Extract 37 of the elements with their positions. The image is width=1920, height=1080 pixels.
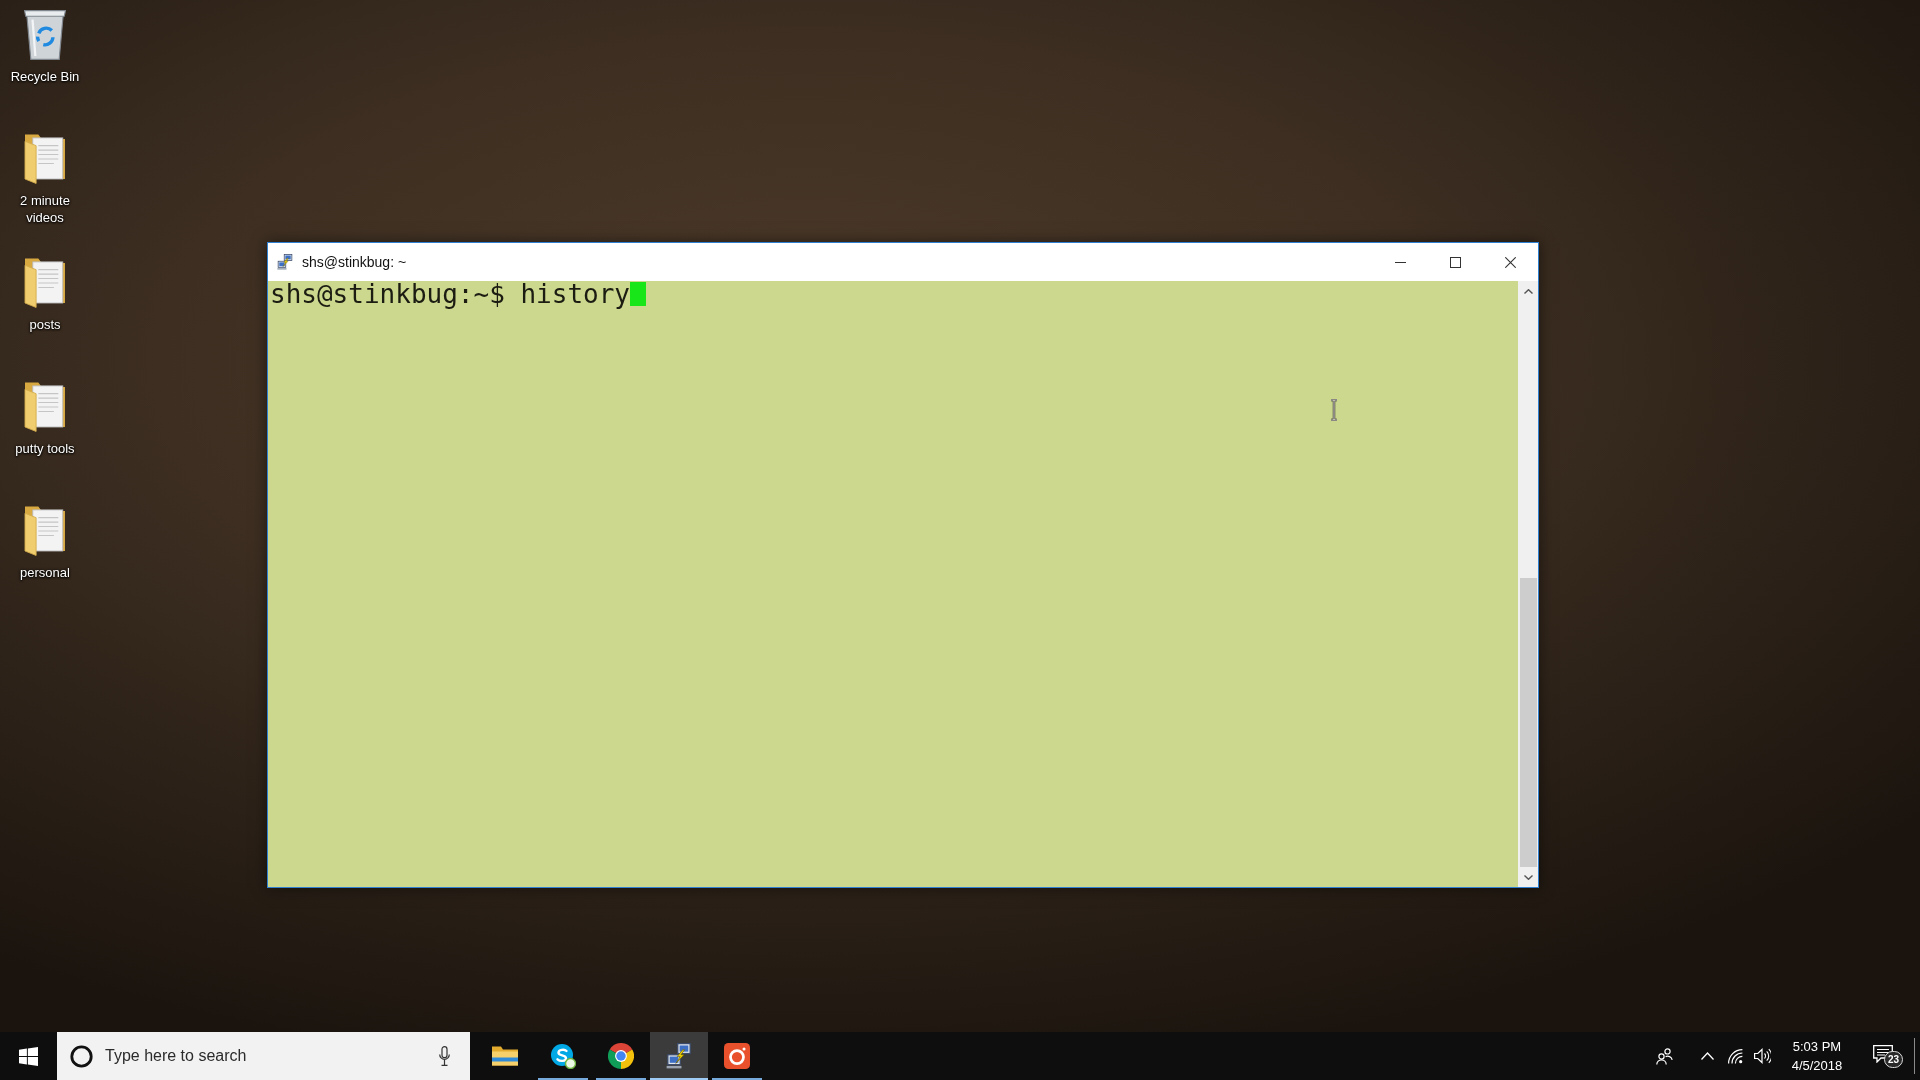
windows-logo-icon — [19, 1046, 38, 1066]
wifi-icon — [1727, 1048, 1743, 1064]
notification-count: 23 — [1884, 1051, 1903, 1068]
folder-icon[interactable] — [24, 506, 66, 556]
networked-computers-icon — [666, 1043, 692, 1069]
clock-time[interactable]: 5:03 PM — [1792, 1037, 1842, 1056]
scrollbar-thumb[interactable] — [1519, 578, 1537, 867]
search-box[interactable]: Type here to search — [57, 1032, 470, 1080]
speaker-icon — [1753, 1048, 1771, 1064]
folder-icon[interactable] — [24, 134, 66, 184]
recycle-bin-icon[interactable] — [24, 10, 66, 60]
people-icon — [1655, 1047, 1673, 1065]
s-swirl-icon — [550, 1043, 576, 1069]
desktop-icon-label[interactable]: posts — [29, 316, 61, 333]
i-beam-cursor-icon — [1330, 399, 1338, 421]
close-icon — [1505, 256, 1516, 268]
chevron-down-icon — [1523, 874, 1533, 880]
terminal-area[interactable]: shs@stinkbug:~$ history — [268, 281, 1518, 887]
ring-icon[interactable] — [70, 1044, 93, 1068]
desktop-icon-label[interactable]: 2 minute videos — [3, 192, 87, 226]
desktop-icon-label[interactable]: personal — [20, 564, 70, 581]
folder-icon[interactable] — [24, 258, 66, 308]
microphone-icon[interactable] — [439, 1046, 450, 1066]
desktop-icon-label[interactable]: putty tools — [15, 440, 75, 457]
chevron-up-icon — [1700, 1052, 1714, 1060]
maximize-icon — [1450, 256, 1461, 268]
folder-icon[interactable] — [24, 382, 66, 432]
networked-computers-icon — [277, 254, 293, 270]
chevron-up-icon — [1523, 288, 1533, 294]
clock-date[interactable]: 4/5/2018 — [1791, 1056, 1843, 1075]
camera-icon — [724, 1043, 750, 1069]
window-title: shs@stinkbug: ~ — [302, 254, 407, 270]
search-field[interactable]: Type here to search — [105, 1047, 431, 1065]
desktop-icon-label[interactable]: Recycle Bin — [10, 68, 80, 85]
taskbar-app-button[interactable] — [650, 1032, 708, 1080]
minimize-icon — [1395, 261, 1406, 263]
segmented-circle-icon — [608, 1043, 634, 1069]
